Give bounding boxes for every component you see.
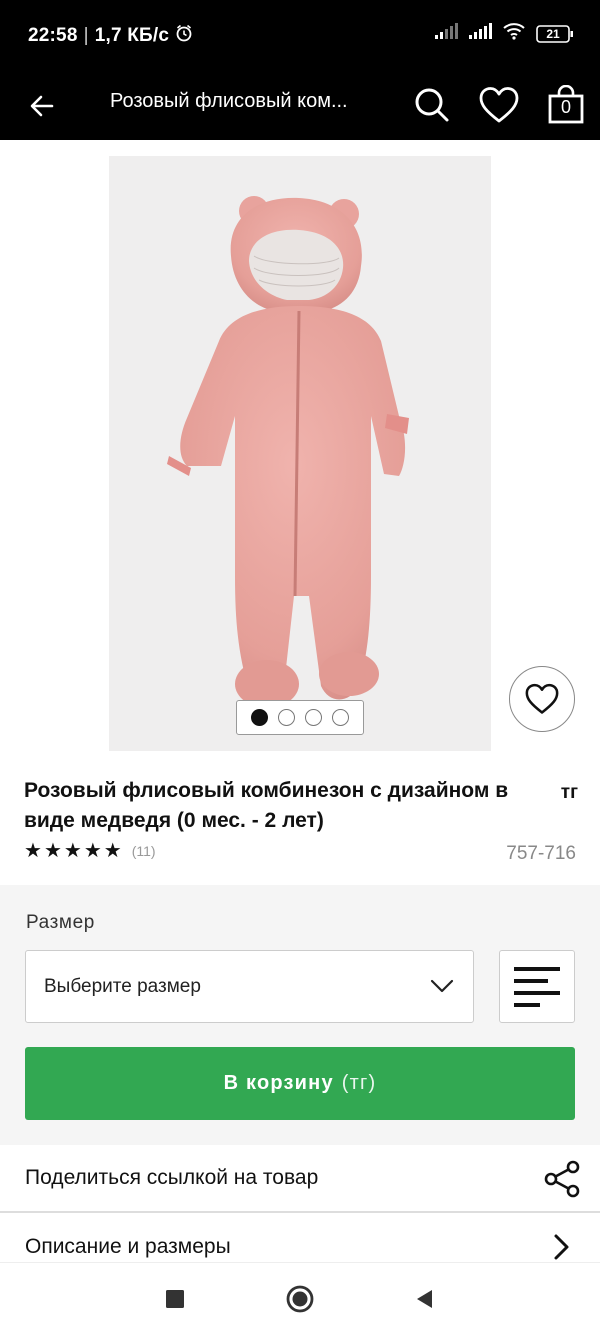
share-icon	[542, 1159, 582, 1199]
pagination-dot-active[interactable]	[251, 709, 268, 726]
heart-icon	[479, 87, 519, 123]
heart-icon	[525, 683, 559, 714]
pink-bear-onesie-image	[167, 196, 409, 708]
back-arrow-icon	[30, 95, 54, 117]
wifi-icon	[502, 22, 526, 45]
battery-icon: 21	[536, 24, 574, 43]
size-select[interactable]: Выберите размер	[25, 950, 474, 1023]
description-label: Описание и размеры	[25, 1235, 231, 1258]
pagination-dot[interactable]	[278, 709, 295, 726]
star-icon: ★	[43, 840, 62, 862]
status-right: 21	[434, 22, 574, 45]
home-button[interactable]	[282, 1281, 318, 1317]
square-icon	[166, 1290, 184, 1308]
product-sku: 757-716	[506, 843, 576, 864]
chevron-right-icon	[542, 1227, 582, 1262]
image-pagination	[236, 700, 364, 735]
system-nav-bar	[0, 1262, 600, 1332]
star-icon: ★	[103, 840, 122, 862]
status-bar: 22:58 | 1,7 КБ/с 21	[0, 0, 600, 70]
product-price-currency: тг	[560, 782, 578, 803]
rating[interactable]: ★ ★ ★ ★ ★ (11)	[24, 841, 156, 861]
chevron-down-icon	[430, 979, 454, 993]
review-count: (11)	[131, 843, 156, 859]
pagination-dot[interactable]	[332, 709, 349, 726]
page-title: Розовый флисовый ком...	[110, 90, 348, 112]
product-image[interactable]	[109, 156, 491, 751]
share-row[interactable]: Поделиться ссылкой на товар	[0, 1145, 600, 1211]
bag-count: 0	[560, 97, 571, 117]
add-to-cart-currency: (тг)	[341, 1072, 377, 1094]
search-button[interactable]	[409, 82, 455, 128]
wishlist-button[interactable]	[476, 82, 522, 128]
product-title: Розовый флисовый комбинезон с дизайном в…	[24, 779, 509, 832]
description-row[interactable]: Описание и размеры	[0, 1213, 600, 1262]
recent-apps-button[interactable]	[157, 1281, 193, 1317]
back-button[interactable]	[20, 84, 64, 128]
size-label: Размер	[26, 912, 95, 933]
add-to-wishlist-button[interactable]	[509, 666, 575, 732]
star-icon: ★	[63, 840, 82, 862]
alarm-icon	[175, 24, 193, 48]
star-icon: ★	[24, 840, 42, 862]
add-to-cart-label: В корзину	[223, 1072, 334, 1094]
system-back-button[interactable]	[406, 1281, 442, 1317]
size-guide-icon	[514, 966, 560, 1007]
pagination-dot[interactable]	[305, 709, 322, 726]
app-bar: Розовый флисовый ком... 0	[0, 70, 600, 140]
bag-button[interactable]: 0	[543, 82, 589, 128]
triangle-back-icon	[417, 1290, 432, 1308]
share-label: Поделиться ссылкой на товар	[25, 1166, 319, 1189]
add-to-cart-button[interactable]: В корзину (тг)	[25, 1047, 575, 1120]
battery-level: 21	[546, 26, 560, 41]
star-icon: ★	[83, 840, 102, 862]
size-guide-button[interactable]	[499, 950, 575, 1023]
signal-icon	[468, 23, 492, 44]
network-speed: 1,7 КБ/с	[94, 25, 170, 46]
status-left: 22:58 | 1,7 КБ/с	[28, 24, 193, 48]
search-icon	[415, 88, 449, 122]
status-separator: |	[83, 25, 89, 46]
home-circle-icon	[286, 1285, 314, 1313]
status-time: 22:58	[28, 25, 78, 46]
signal-icon	[434, 23, 458, 44]
size-select-placeholder: Выберите размер	[44, 976, 201, 997]
